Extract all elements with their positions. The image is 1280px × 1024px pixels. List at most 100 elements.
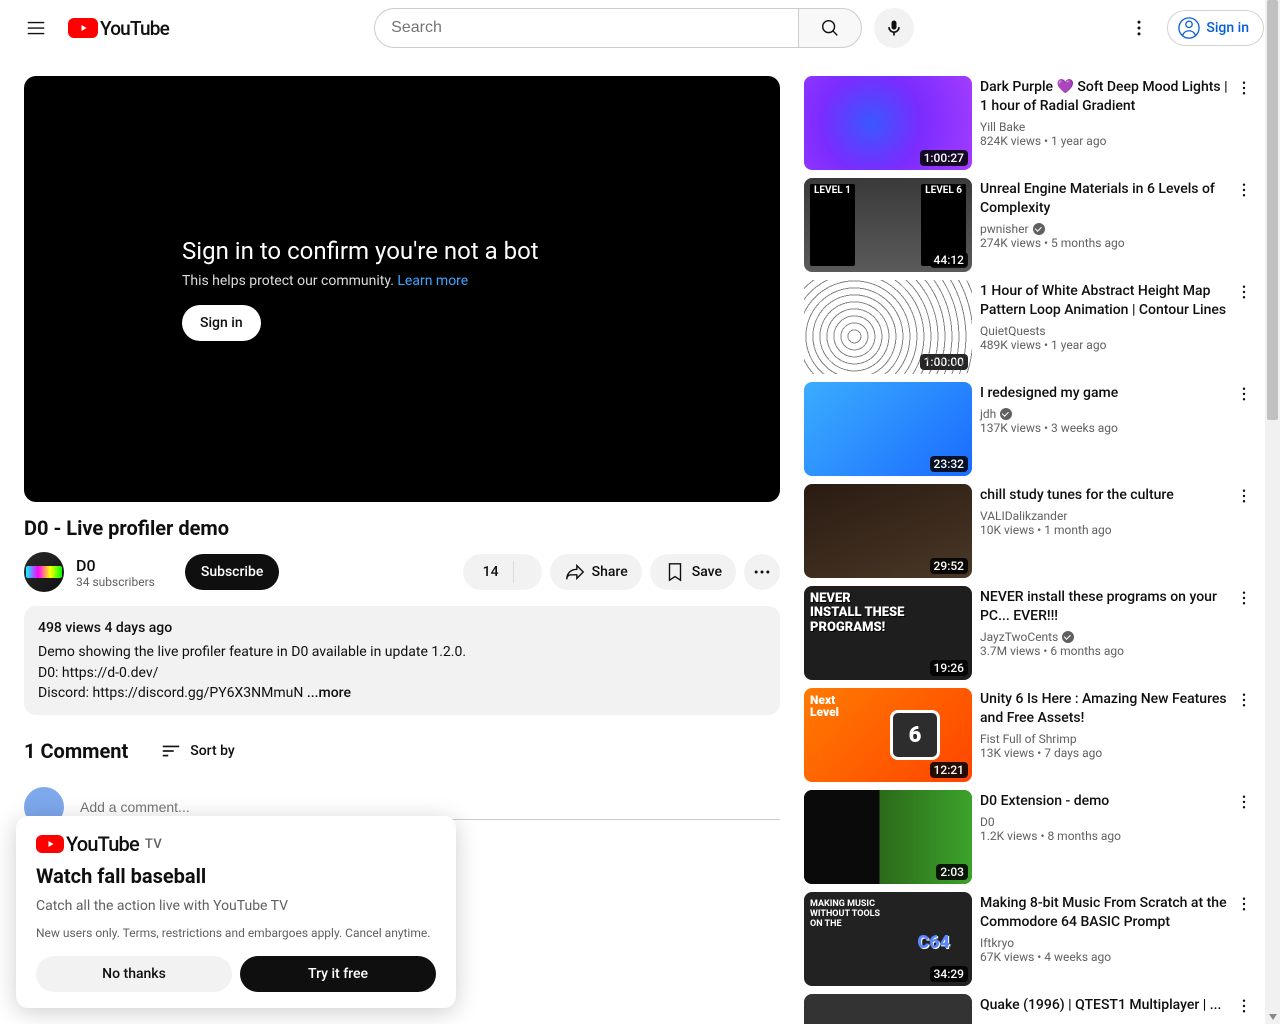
player-signin-button[interactable]: Sign in xyxy=(182,305,261,341)
recommended-item[interactable]: 29:52chill study tunes for the cultureVA… xyxy=(804,484,1256,578)
scroll-down-icon[interactable] xyxy=(1265,1009,1280,1024)
show-more-button[interactable]: ...more xyxy=(307,685,351,701)
recommended-title: NEVER install these programs on your PC.… xyxy=(980,588,1232,626)
recommended-item[interactable]: 2:03D0 Extension - demoD01.2K views • 8 … xyxy=(804,790,1256,884)
menu-icon[interactable] xyxy=(16,8,56,48)
duration-badge: 34:29 xyxy=(930,966,968,982)
recommended-more-button[interactable] xyxy=(1232,790,1256,814)
recommended-more-button[interactable] xyxy=(1232,484,1256,508)
recommended-item[interactable]: NEVERINSTALL THESEPROGRAMS!19:26NEVER in… xyxy=(804,586,1256,680)
recommended-item[interactable]: Quake (1996) | QTEST1 Multiplayer | ... xyxy=(804,994,1256,1024)
recommended-item[interactable]: LEVEL 1LEVEL 644:12Unreal Engine Materia… xyxy=(804,178,1256,272)
recommended-more-button[interactable] xyxy=(1232,892,1256,916)
recommended-meta: Making 8-bit Music From Scratch at the C… xyxy=(980,892,1256,986)
search-box[interactable] xyxy=(374,8,798,48)
save-label: Save xyxy=(692,564,722,580)
channel-avatar[interactable] xyxy=(24,552,64,592)
recommended-item[interactable]: MAKING MUSICWITHOUT TOOLSON THEC6434:29M… xyxy=(804,892,1256,986)
recommended-thumbnail[interactable]: 2:03 xyxy=(804,790,972,884)
no-thanks-button[interactable]: No thanks xyxy=(36,956,232,992)
recommended-more-button[interactable] xyxy=(1232,178,1256,202)
recommended-channel[interactable]: Fist Full of Shrimp xyxy=(980,732,1232,746)
recommended-title: D0 Extension - demo xyxy=(980,792,1232,811)
recommended-thumbnail[interactable]: 23:32 xyxy=(804,382,972,476)
sort-icon xyxy=(160,740,182,762)
sort-label: Sort by xyxy=(190,743,235,759)
recommended-more-button[interactable] xyxy=(1232,586,1256,610)
search-input[interactable] xyxy=(391,19,782,37)
dislike-button[interactable] xyxy=(514,554,542,590)
promo-subtitle: Catch all the action live with YouTube T… xyxy=(36,898,436,914)
search-button[interactable] xyxy=(798,8,862,48)
recommended-channel[interactable]: jdh xyxy=(980,407,1232,421)
voice-search-button[interactable] xyxy=(874,8,914,48)
recommended-channel[interactable]: Iftkryo xyxy=(980,936,1232,950)
verified-icon xyxy=(1033,223,1045,235)
header-right: Sign in xyxy=(1119,8,1264,48)
recommended-item[interactable]: NextLevel612:21Unity 6 Is Here : Amazing… xyxy=(804,688,1256,782)
more-actions-button[interactable] xyxy=(744,554,780,590)
share-button[interactable]: Share xyxy=(550,554,642,590)
scrollbar-thumb[interactable] xyxy=(1267,0,1278,420)
like-dislike-segment: 14 xyxy=(463,554,542,590)
recommended-more-button[interactable] xyxy=(1232,688,1256,712)
video-description[interactable]: 498 views 4 days ago Demo showing the li… xyxy=(24,606,780,715)
learn-more-link[interactable]: Learn more xyxy=(397,273,468,289)
recommended-stats: 274K views • 5 months ago xyxy=(980,236,1232,250)
recommended-channel[interactable]: QuietQuests xyxy=(980,324,1232,338)
signin-label: Sign in xyxy=(1206,20,1249,36)
video-meta-row: D0 34 subscribers Subscribe 14 xyxy=(24,552,780,592)
description-line: Discord: https://discord.gg/PY6X3NMmuN xyxy=(38,685,307,701)
video-player[interactable]: Sign in to confirm you're not a bot This… xyxy=(24,76,780,502)
recommended-channel[interactable]: JayzTwoCents xyxy=(980,630,1232,644)
recommended-stats: 13K views • 7 days ago xyxy=(980,746,1232,760)
recommended-more-button[interactable] xyxy=(1232,76,1256,100)
recommended-item[interactable]: 1:00:27Dark Purple 💜 Soft Deep Mood Ligh… xyxy=(804,76,1256,170)
recommended-more-button[interactable] xyxy=(1232,280,1256,304)
recommended-channel[interactable]: Yill Bake xyxy=(980,120,1232,134)
recommended-thumbnail[interactable]: 1:00:00 xyxy=(804,280,972,374)
signin-button[interactable]: Sign in xyxy=(1167,10,1264,46)
recommended-channel[interactable]: pwnisher xyxy=(980,222,1232,236)
youtube-logo-text: YouTube xyxy=(100,17,169,40)
action-row: 14 Share Save xyxy=(463,554,780,590)
youtube-logo-icon xyxy=(36,835,64,853)
recommended-thumbnail[interactable]: NEVERINSTALL THESEPROGRAMS!19:26 xyxy=(804,586,972,680)
recommended-thumbnail[interactable]: LEVEL 1LEVEL 644:12 xyxy=(804,178,972,272)
try-it-free-button[interactable]: Try it free xyxy=(240,956,436,992)
user-icon xyxy=(1178,17,1200,39)
verified-icon xyxy=(1062,631,1074,643)
recommended-stats: 67K views • 4 weeks ago xyxy=(980,950,1232,964)
recommended-meta: 1 Hour of White Abstract Height Map Patt… xyxy=(980,280,1256,374)
channel-name[interactable]: D0 xyxy=(76,556,155,575)
recommended-thumbnail[interactable]: 29:52 xyxy=(804,484,972,578)
recommended-thumbnail[interactable]: 1:00:27 xyxy=(804,76,972,170)
recommended-channel[interactable]: VALIDalikzander xyxy=(980,509,1232,523)
recommended-channel[interactable]: D0 xyxy=(980,815,1232,829)
duration-badge: 29:52 xyxy=(930,558,968,574)
promo-logo: YouTubeTV xyxy=(36,832,436,856)
description-body: Demo showing the live profiler feature i… xyxy=(38,642,766,703)
sort-comments-button[interactable]: Sort by xyxy=(160,740,235,762)
recommended-thumbnail[interactable] xyxy=(804,994,972,1024)
subscribe-button[interactable]: Subscribe xyxy=(185,554,280,590)
youtube-logo[interactable]: YouTube xyxy=(68,17,169,40)
recommended-more-button[interactable] xyxy=(1232,382,1256,406)
recommended-item[interactable]: 1:00:001 Hour of White Abstract Height M… xyxy=(804,280,1256,374)
recommended-thumbnail[interactable]: NextLevel612:21 xyxy=(804,688,972,782)
description-line: D0: https://d-0.dev/ xyxy=(38,663,766,683)
recommended-more-button[interactable] xyxy=(1232,994,1256,1018)
player-message-subtitle: This helps protect our community. Learn … xyxy=(182,273,622,289)
recommended-title: Unity 6 Is Here : Amazing New Features a… xyxy=(980,690,1232,728)
bookmark-icon xyxy=(664,561,686,583)
save-button[interactable]: Save xyxy=(650,554,736,590)
kebab-icon xyxy=(1129,18,1149,38)
recommended-item[interactable]: 23:32I redesigned my gamejdh137K views •… xyxy=(804,382,1256,476)
scrollbar[interactable] xyxy=(1265,0,1280,1024)
recommended-thumbnail[interactable]: MAKING MUSICWITHOUT TOOLSON THEC6434:29 xyxy=(804,892,972,986)
duration-badge: 12:21 xyxy=(930,762,968,778)
settings-button[interactable] xyxy=(1119,8,1159,48)
header: YouTube Sign in xyxy=(0,0,1280,56)
youtube-logo-icon xyxy=(68,18,98,38)
like-button[interactable]: 14 xyxy=(463,554,513,590)
